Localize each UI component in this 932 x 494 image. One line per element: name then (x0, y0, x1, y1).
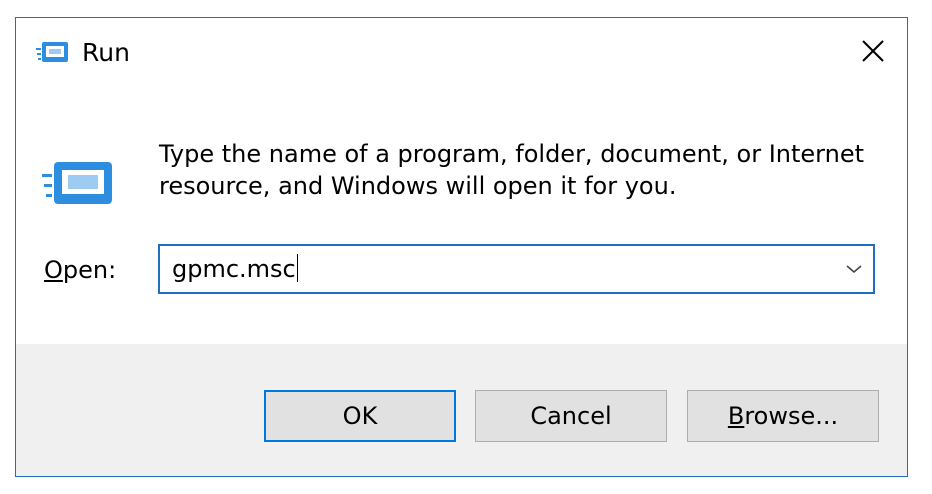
window-title: Run (82, 38, 130, 67)
title-bar[interactable]: Run (16, 18, 907, 90)
text-caret (296, 254, 298, 282)
close-button[interactable] (849, 30, 897, 76)
run-icon (36, 40, 70, 66)
button-bar: OK Cancel Browse... (16, 344, 907, 476)
dropdown-button[interactable] (843, 258, 865, 280)
run-dialog: Run Type the name of a program, folder, … (15, 17, 908, 477)
chevron-down-icon (845, 260, 863, 279)
run-program-icon (42, 160, 114, 208)
open-label-text: pen: (62, 256, 117, 284)
browse-label-text: rowse... (744, 402, 839, 430)
open-combobox[interactable]: gpmc.msc (158, 244, 875, 294)
dialog-content: Type the name of a program, folder, docu… (16, 90, 907, 344)
ok-button[interactable]: OK (264, 390, 456, 442)
open-input-value: gpmc.msc (172, 255, 296, 283)
open-input[interactable]: gpmc.msc (172, 246, 298, 292)
open-label: Open: (44, 254, 116, 286)
cancel-button[interactable]: Cancel (475, 390, 667, 442)
close-icon (862, 40, 884, 66)
open-label-accelerator: O (44, 256, 63, 284)
instruction-text: Type the name of a program, folder, docu… (159, 140, 865, 200)
browse-accelerator: B (727, 402, 745, 430)
browse-button[interactable]: Browse... (687, 390, 879, 442)
